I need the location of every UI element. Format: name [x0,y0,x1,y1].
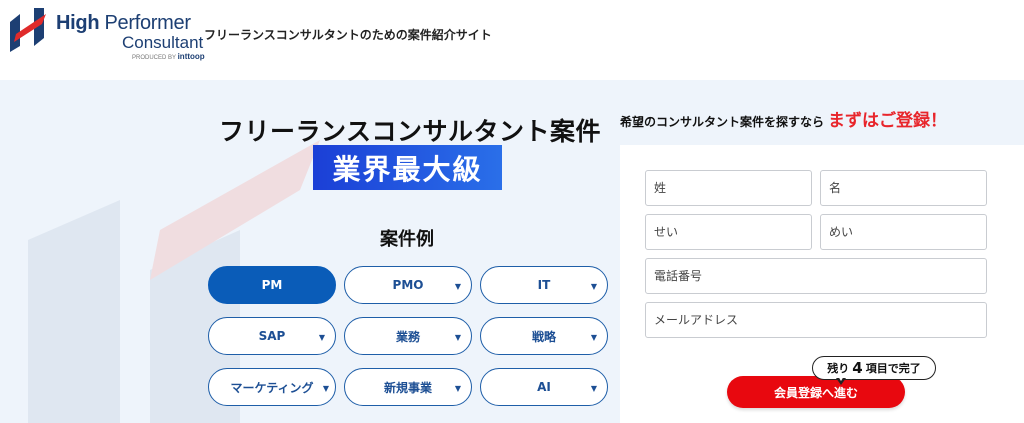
email-input[interactable] [645,302,987,338]
caret-down-icon: ▼ [454,333,461,342]
chip-it[interactable]: IT ▼ [480,266,608,304]
remaining-fields-bubble: 残り 4 項目で完了 [812,356,936,380]
bubble-tail [836,376,846,385]
chip-strategy[interactable]: 戦略 ▼ [480,317,608,355]
hero-title: フリーランスコンサルタント案件 [218,117,601,146]
logo-mark-icon[interactable] [6,8,48,52]
chip-ai[interactable]: AI ▼ [480,368,608,406]
caret-down-icon: ▼ [590,384,597,393]
logo-word-consultant: Consultant [122,33,204,52]
logo-wordmark[interactable]: High Performer Consultant PRODUCED BY in… [56,12,205,62]
caret-down-icon: ▼ [322,384,329,393]
first-name-input[interactable] [820,170,987,206]
last-name-kana-input[interactable] [645,214,812,250]
chip-label: 戦略 [531,329,556,344]
site-tagline: フリーランスコンサルタントのための案件紹介サイト [204,28,492,42]
chip-label: AI [537,380,551,394]
site-header: High Performer Consultant PRODUCED BY in… [0,0,1024,80]
remaining-count: 4 [852,359,863,377]
chip-label: SAP [258,329,286,343]
remaining-prefix: 残り [827,362,850,375]
chip-pmo[interactable]: PMO ▼ [344,266,472,304]
chip-sap[interactable]: SAP ▼ [208,317,336,355]
hero-badge: 業界最大級 [313,145,502,190]
registration-heading-text: 希望のコンサルタント案件を探すなら [620,115,825,129]
logo-word-high: High [56,12,100,34]
caret-down-icon: ▼ [454,282,461,291]
chip-business[interactable]: 業務 ▼ [344,317,472,355]
registration-heading-accent: まずはご登録！ [828,111,948,131]
chip-label: 新規事業 [383,380,432,395]
chip-label: 業務 [395,329,420,344]
remaining-suffix: 項目で完了 [865,362,921,375]
chip-label: IT [537,278,551,292]
first-name-kana-input[interactable] [820,214,987,250]
phone-input[interactable] [645,258,987,294]
chip-new-business[interactable]: 新規事業 ▼ [344,368,472,406]
register-button[interactable]: 会員登録へ進む [727,376,905,408]
chip-label: PM [261,278,283,292]
chip-label: マーケティング [230,380,314,395]
chip-pm[interactable]: PM [208,266,336,304]
caret-down-icon: ▼ [318,333,325,342]
registration-heading: 希望のコンサルタント案件を探すなら まずはご登録！ [620,106,1020,131]
logo-produced-by: PRODUCED BY [132,55,176,61]
last-name-input[interactable] [645,170,812,206]
chip-label: PMO [392,278,424,292]
caret-down-icon: ▼ [590,282,597,291]
caret-down-icon: ▼ [454,384,461,393]
caret-down-icon: ▼ [590,333,597,342]
logo-brand: inttoop [177,52,205,61]
chip-marketing[interactable]: マーケティング ▼ [208,368,336,406]
logo-word-performer: Performer [104,12,192,34]
examples-heading: 案件例 [380,229,434,250]
